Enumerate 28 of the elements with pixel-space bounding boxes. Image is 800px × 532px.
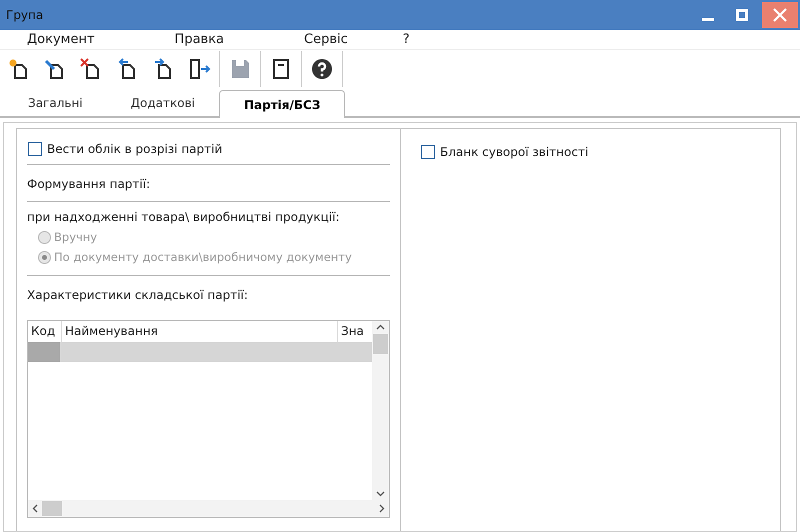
scroll-left-icon[interactable] [32,504,38,512]
menu-item[interactable]: Сервіс [304,30,348,50]
menu-item[interactable]: ? [402,30,410,50]
section-label: Характеристики складської партії: [27,288,248,302]
vertical-scrollbar[interactable] [372,320,389,500]
checkbox[interactable] [28,142,42,156]
tab[interactable]: Партія/БСЗ [219,90,346,118]
menu-item[interactable]: Правка [174,30,224,50]
checkbox-label: Вести облік в розрізі партій [47,141,222,158]
close-icon [773,8,787,22]
scroll-down-icon[interactable] [376,490,385,496]
close-button[interactable] [762,2,798,28]
radio-label: Вручну [54,229,98,246]
tab[interactable]: Додаткові [106,90,219,116]
column-header[interactable]: Зна [338,320,372,342]
section-label: Формування партії: [27,177,150,191]
scroll-thumb[interactable] [373,334,388,354]
scroll-thumb[interactable] [42,500,62,516]
tab[interactable]: Загальні [4,90,107,116]
window-title: Група [6,7,44,24]
scroll-right-icon[interactable] [379,504,385,512]
radio-label: По документу доставки\виробничому документу [54,249,352,266]
scroll-up-icon[interactable] [376,324,385,330]
checkbox[interactable] [421,145,435,159]
checkbox-label: Бланк суворої звітності [440,144,588,161]
horizontal-scrollbar[interactable] [28,500,389,516]
section-label: при надходженні товара\ виробництві продукції: [27,209,341,226]
menu-item[interactable]: Документ [27,30,95,50]
